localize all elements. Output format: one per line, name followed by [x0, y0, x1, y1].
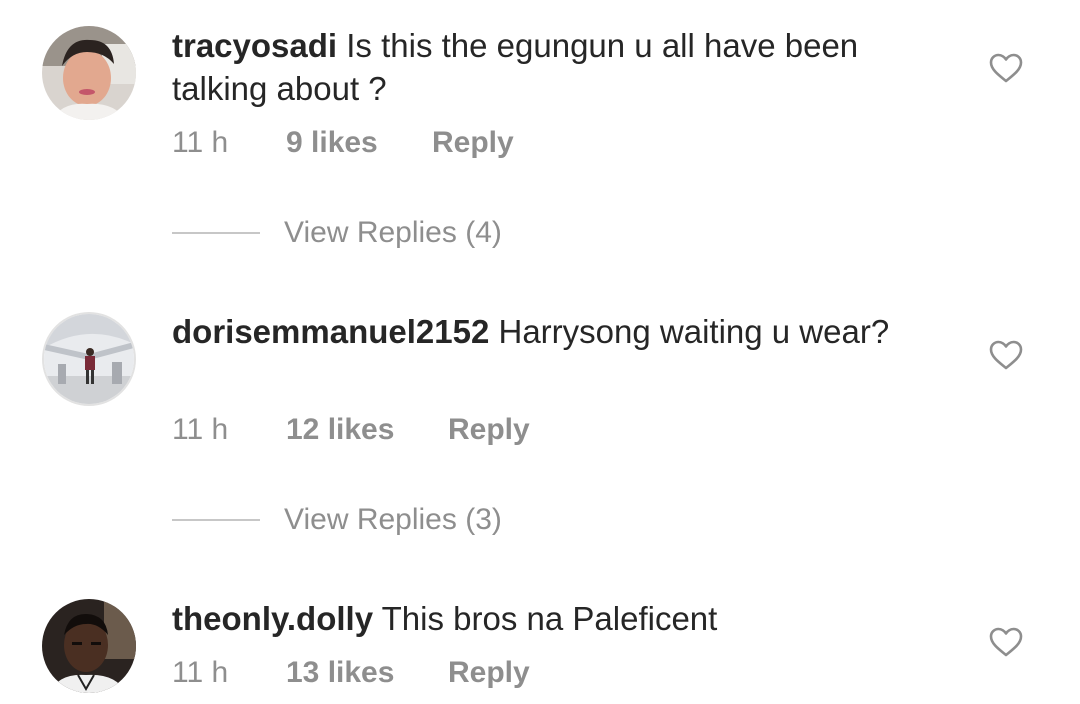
avatar-image — [42, 26, 136, 120]
reply-button[interactable]: Reply — [448, 656, 530, 690]
view-replies-label: View Replies (4) — [284, 216, 502, 249]
comment-meta: 11 h 12 likes Reply — [172, 413, 530, 447]
heart-outline-icon — [989, 340, 1023, 370]
comment-text: This bros na Paleficent — [381, 600, 718, 637]
avatar-theonly-dolly[interactable] — [42, 599, 136, 693]
avatar-image — [44, 314, 134, 404]
timestamp: 11 h — [172, 126, 229, 159]
avatar-tracyosadi[interactable] — [42, 26, 136, 120]
comment-text: Harrysong waiting u wear? — [498, 313, 890, 350]
comment-meta: 11 h 9 likes Reply — [172, 126, 514, 160]
view-replies-label: View Replies (3) — [284, 503, 502, 536]
timestamp: 11 h — [172, 413, 229, 446]
avatar-image — [42, 599, 136, 693]
likes-count[interactable]: 12 likes — [286, 413, 448, 447]
comment-body: theonly.dolly This bros na Paleficent — [172, 597, 962, 640]
view-replies-button[interactable]: View Replies (3) — [172, 503, 502, 537]
replies-divider-line — [172, 519, 260, 521]
comment-body: tracyosadi Is this the egungun u all hav… — [172, 24, 962, 110]
view-replies-button[interactable]: View Replies (4) — [172, 216, 502, 250]
comment-meta: 11 h 13 likes Reply — [172, 656, 530, 690]
heart-outline-icon — [989, 627, 1023, 657]
avatar-dorisemmanuel2152[interactable] — [42, 312, 136, 406]
heart-icon[interactable] — [988, 339, 1024, 371]
likes-count[interactable]: 13 likes — [286, 656, 448, 690]
heart-outline-icon — [989, 53, 1023, 83]
timestamp: 11 h — [172, 656, 229, 689]
username[interactable]: dorisemmanuel2152 — [172, 313, 489, 350]
likes-count[interactable]: 9 likes — [286, 126, 432, 160]
heart-icon[interactable] — [988, 626, 1024, 658]
heart-icon[interactable] — [988, 52, 1024, 84]
comment-body: dorisemmanuel2152 Harrysong waiting u we… — [172, 310, 962, 353]
replies-divider-line — [172, 232, 260, 234]
username[interactable]: theonly.dolly — [172, 600, 373, 637]
reply-button[interactable]: Reply — [448, 413, 530, 447]
username[interactable]: tracyosadi — [172, 27, 337, 64]
reply-button[interactable]: Reply — [432, 126, 514, 160]
